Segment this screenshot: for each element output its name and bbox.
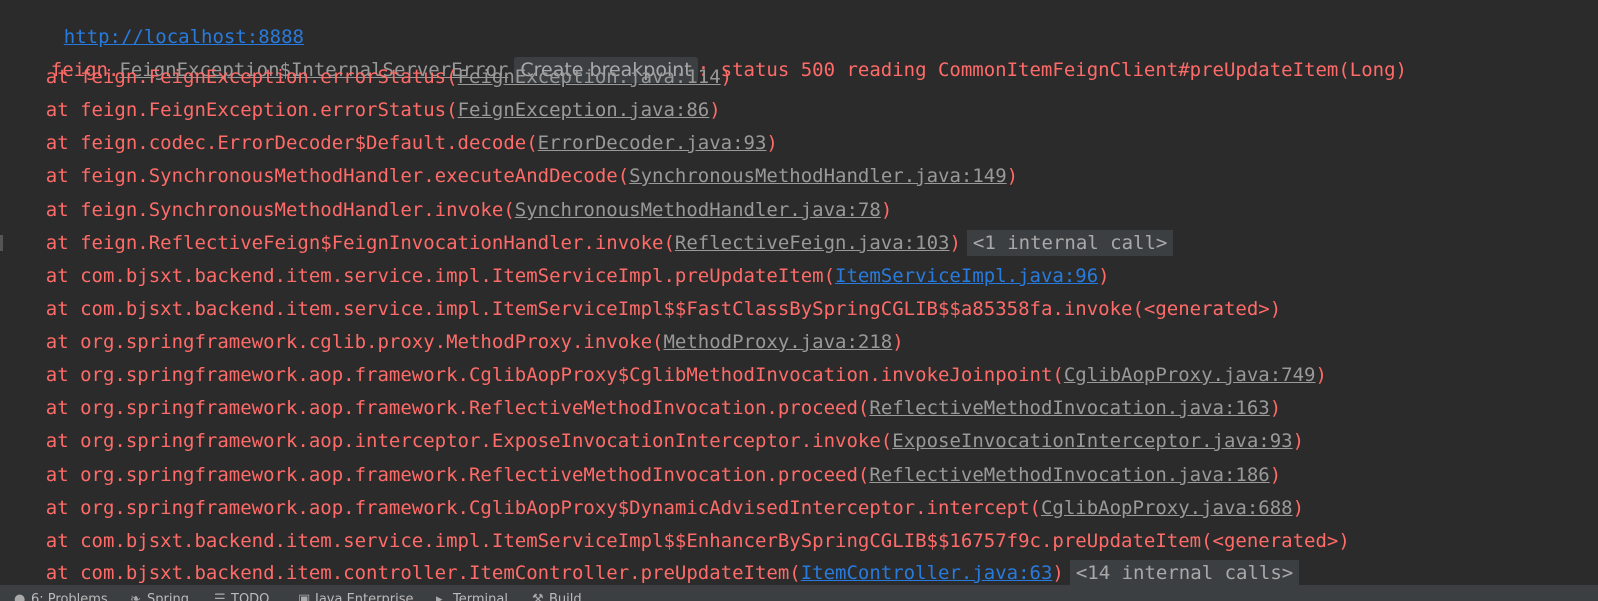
stack-frame-suffix: ) — [892, 331, 904, 353]
tool-window-label: 6: Problems — [31, 592, 108, 601]
stack-frame-line: at feign.FeignException.errorStatus(Feig… — [0, 97, 721, 123]
stack-frame-line: at org.springframework.cglib.proxy.Metho… — [0, 329, 904, 355]
source-file-link[interactable]: FeignException.java:114 — [458, 66, 721, 88]
stack-frame-line: at org.springframework.aop.interceptor.E… — [0, 428, 1304, 454]
tool-window-label: Terminal — [453, 592, 508, 601]
source-file-link[interactable]: CglibAopProxy.java:749 — [1064, 364, 1316, 386]
stack-frame-suffix: ) — [1315, 364, 1327, 386]
tool-window-label: TODO — [231, 592, 270, 601]
stack-frame-suffix: ) — [1052, 562, 1064, 584]
tool-window-button[interactable]: ▣ Java Enterprise — [298, 590, 413, 601]
stack-frame-text: at com.bjsxt.backend.item.service.impl.I… — [0, 265, 836, 287]
stack-frame-line: at com.bjsxt.backend.item.service.impl.I… — [0, 263, 1110, 289]
stack-frame-text: at feign.ReflectiveFeign$FeignInvocation… — [0, 232, 675, 254]
stack-frame-text: at com.bjsxt.backend.item.service.impl.I… — [0, 298, 1282, 320]
tool-window-button[interactable]: ● 6: Problems — [14, 590, 108, 601]
stack-frame-text: at com.bjsxt.backend.item.controller.Ite… — [0, 562, 801, 584]
stack-frame-line: at feign.ReflectiveFeign$FeignInvocation… — [0, 230, 1174, 256]
stack-frame-text: at org.springframework.aop.framework.Cgl… — [0, 364, 1064, 386]
stack-frame-text: at feign.SynchronousMethodHandler.execut… — [0, 165, 630, 187]
stack-frame-suffix: ) — [709, 99, 721, 121]
stack-frame-suffix: ) — [720, 66, 733, 88]
source-file-link[interactable]: ExposeInvocationInterceptor.java:93 — [892, 430, 1292, 452]
console-url-line: http://localhost:8888 — [18, 0, 304, 48]
stack-frame-suffix: ) — [1292, 497, 1305, 519]
source-file-link[interactable]: ErrorDecoder.java:93 — [538, 132, 767, 154]
terminal-icon: ▸ — [436, 592, 443, 601]
stack-frame-text: at org.springframework.cglib.proxy.Metho… — [0, 331, 664, 353]
stack-frame-suffix: ) — [766, 132, 778, 154]
tool-window-button[interactable]: ☰ TODO — [214, 590, 269, 601]
tool-window-label: Spring — [147, 592, 189, 601]
source-file-link[interactable]: FeignException.java:86 — [458, 99, 710, 121]
source-file-link[interactable]: ItemServiceImpl.java:96 — [835, 265, 1098, 287]
tool-window-bar: ● 6: Problems ❧ Spring ☰ TODO ▣ Java Enterprise… — [0, 585, 1598, 601]
tool-window-button[interactable]: ❧ Spring — [130, 590, 189, 601]
source-file-link[interactable]: SynchronousMethodHandler.java:78 — [515, 199, 881, 221]
console-output: http://localhost:8888 feign.FeignExcepti… — [0, 0, 1598, 585]
stack-frame-line: at feign.SynchronousMethodHandler.invoke… — [0, 197, 893, 223]
stack-frame-suffix: ) — [949, 232, 961, 254]
internal-calls-fold[interactable]: <14 internal calls> — [1069, 560, 1300, 585]
source-file-link[interactable]: ReflectiveMethodInvocation.java:186 — [869, 464, 1269, 486]
source-file-link[interactable]: ReflectiveFeign.java:103 — [675, 232, 950, 254]
stack-frame-text: at com.bjsxt.backend.item.service.impl.I… — [0, 530, 1350, 552]
source-file-link[interactable]: SynchronousMethodHandler.java:149 — [629, 165, 1007, 187]
stack-frame-text: at feign.FeignException.errorStatus( — [0, 99, 458, 121]
source-file-link[interactable]: ReflectiveMethodInvocation.java:163 — [869, 397, 1269, 419]
internal-calls-fold[interactable]: <1 internal call> — [966, 230, 1174, 256]
stack-frame-text: at feign.SynchronousMethodHandler.invoke… — [0, 199, 515, 221]
spring-leaf-icon: ❧ — [130, 592, 141, 601]
stack-frame-line: at org.springframework.aop.framework.Ref… — [0, 395, 1281, 421]
stack-frame-line: at feign.SynchronousMethodHandler.execut… — [0, 163, 1018, 189]
tool-window-button[interactable]: ▸ Terminal — [436, 590, 508, 601]
stack-frame-line: at com.bjsxt.backend.item.controller.Ite… — [0, 560, 1300, 585]
source-file-link[interactable]: MethodProxy.java:218 — [663, 331, 892, 353]
stack-frame-line: at feign.codec.ErrorDecoder$Default.deco… — [0, 130, 778, 156]
stack-frame-line: at org.springframework.aop.framework.Cgl… — [0, 362, 1327, 388]
stack-frame-suffix: ) — [1269, 397, 1282, 419]
stack-frame-line: at feign.FeignException.errorStatus(Feig… — [0, 64, 732, 90]
stack-frame-text: at feign.FeignException.errorStatus( — [0, 66, 458, 88]
tool-window-label: Java Enterprise — [315, 592, 414, 601]
source-file-link[interactable]: CglibAopProxy.java:688 — [1041, 497, 1293, 519]
stack-frame-line: at org.springframework.aop.framework.Ref… — [0, 462, 1281, 488]
stack-frame-suffix: ) — [1098, 265, 1110, 287]
stack-frame-suffix: ) — [1006, 165, 1019, 187]
tool-window-button[interactable]: ⚒ Build — [532, 590, 582, 601]
stack-frame-text: at org.springframework.aop.framework.Ref… — [0, 397, 870, 419]
stack-frame-text: at feign.codec.ErrorDecoder$Default.deco… — [0, 132, 538, 154]
stack-frame-suffix: ) — [1269, 464, 1282, 486]
info-icon: ● — [14, 592, 26, 601]
stack-frame-text: at org.springframework.aop.framework.Ref… — [0, 464, 870, 486]
exception-message: : status 500 reading CommonItemFeignClie… — [697, 59, 1407, 81]
stack-frame-text: at org.springframework.aop.framework.Cgl… — [0, 497, 1041, 519]
hammer-icon: ⚒ — [532, 592, 544, 601]
todo-list-icon: ☰ — [214, 592, 226, 601]
stack-frame-text: at org.springframework.aop.interceptor.E… — [0, 430, 893, 452]
stack-frame-suffix: ) — [880, 199, 893, 221]
source-file-link[interactable]: ItemController.java:63 — [801, 562, 1053, 584]
java-enterprise-icon: ▣ — [298, 592, 311, 601]
exception-header-line: feign.FeignException$InternalServerError… — [5, 31, 1407, 83]
stack-frame-suffix: ) — [1292, 430, 1305, 452]
tool-window-label: Build — [549, 592, 582, 601]
stack-frame-line: at org.springframework.aop.framework.Cgl… — [0, 495, 1304, 521]
stack-frame-line: at com.bjsxt.backend.item.service.impl.I… — [0, 528, 1350, 554]
stack-frame-line: at com.bjsxt.backend.item.service.impl.I… — [0, 296, 1281, 322]
